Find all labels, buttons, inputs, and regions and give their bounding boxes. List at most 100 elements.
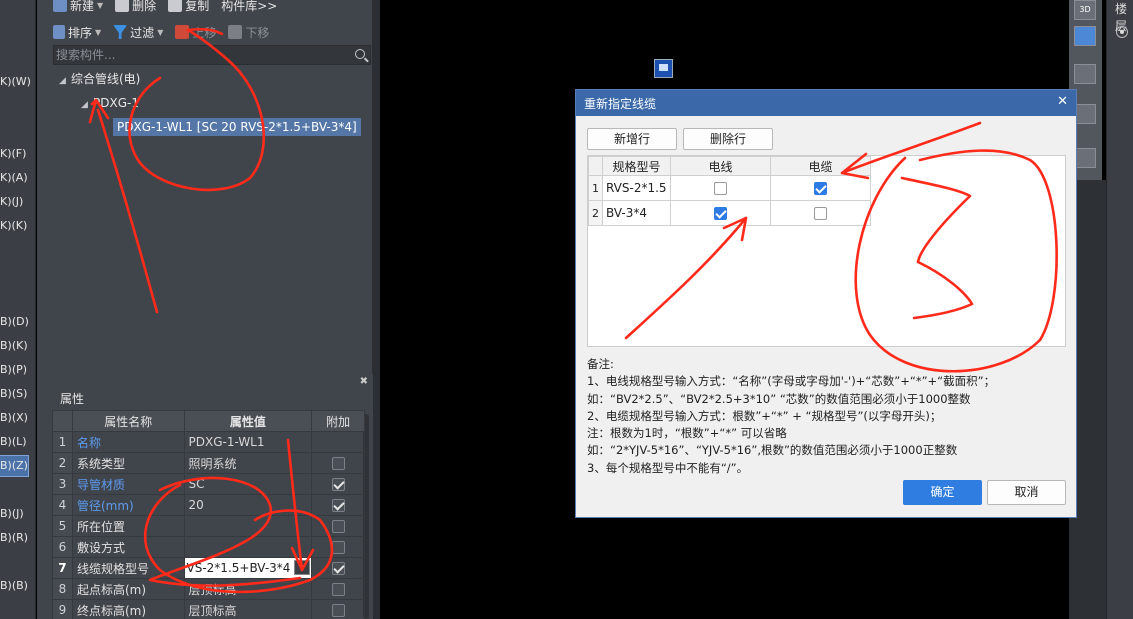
dialog-titlebar[interactable]: 重新指定线缆 ✕ [576, 90, 1076, 116]
property-value[interactable]: 层顶标高 [183, 599, 313, 619]
left-strip-item[interactable]: B)(S) [0, 384, 27, 404]
delete-button[interactable]: 删除 [115, 0, 156, 14]
copy-button[interactable]: 复制 [168, 0, 209, 14]
tree-node-leaf[interactable]: PDXG-1-WL1 [SC 20 RVS-2*1.5+BV-3*4] [113, 118, 361, 136]
property-name: 系统类型 [71, 452, 185, 474]
search-icon[interactable] [355, 49, 365, 59]
notes-block: 备注: 1、电线规格型号输入方式：“名称”(字母或字母加'-')+“芯数”+“*”… [587, 356, 1067, 477]
property-row[interactable]: 6 敷设方式 [52, 536, 365, 558]
spec-header: 规格型号 [602, 156, 671, 176]
property-row[interactable]: 9 终点标高(m) 层顶标高 [52, 599, 365, 619]
property-value[interactable]: PDXG-1-WL1 [183, 431, 313, 453]
add-checkbox[interactable] [331, 541, 345, 554]
tree-node-root[interactable]: ◢ 综合管线(电) [59, 70, 140, 88]
move-down-button[interactable]: 下移 [228, 24, 269, 41]
tree-node-child[interactable]: ◢ PDXG-1 [81, 94, 139, 112]
property-value[interactable]: 20 [183, 494, 313, 516]
left-strip-item[interactable]: B)(X) [0, 408, 28, 428]
add-checkbox[interactable] [331, 604, 345, 617]
add-row-button[interactable]: 新增行 [587, 128, 677, 150]
property-row[interactable]: 3 导管材质 SC [52, 473, 365, 495]
add-checkbox[interactable] [331, 499, 345, 512]
property-value-editor[interactable]: VS-2*1.5+BV-3*4 [187, 561, 291, 575]
left-strip-item[interactable]: B)(L) [0, 432, 27, 452]
property-row[interactable]: 7 线缆规格型号 VS-2*1.5+BV-3*4 ··· [52, 557, 365, 579]
new-button[interactable]: 新建 ▼ [53, 0, 103, 14]
floor-radio[interactable] [1116, 26, 1128, 38]
delete-row-button[interactable]: 删除行 [683, 128, 773, 150]
left-strip-item[interactable]: B)(D) [0, 312, 29, 332]
left-strip-item[interactable]: K)(K) [0, 216, 27, 236]
property-value[interactable] [183, 515, 313, 537]
property-value[interactable]: 照明系统 [183, 452, 313, 474]
close-icon[interactable]: ✖ [360, 376, 368, 387]
left-strip-item[interactable]: B)(K) [0, 336, 28, 356]
cable-checkbox[interactable] [814, 207, 827, 220]
property-index: 8 [52, 578, 73, 600]
left-strip-item[interactable]: B)(P) [0, 360, 27, 380]
delete-icon [115, 0, 130, 12]
left-strip-item[interactable]: B)(Z) [0, 455, 29, 477]
canvas-component-icon[interactable] [654, 59, 673, 78]
move-up-button[interactable]: 上移 [175, 24, 216, 41]
cable-spec-cell[interactable]: BV-3*4 [602, 200, 671, 226]
property-add-cell [311, 599, 365, 619]
property-row[interactable]: 8 起点标高(m) 层顶标高 [52, 578, 365, 600]
cable-row[interactable]: 2 BV-3*4 [588, 200, 871, 226]
left-strip-item[interactable]: K)(F) [0, 144, 26, 164]
add-checkbox[interactable] [331, 562, 345, 575]
left-strip-item[interactable]: K)(W) [0, 72, 31, 92]
component-search-input[interactable]: 搜索构件... [53, 45, 371, 65]
property-index: 3 [52, 473, 73, 495]
property-row[interactable]: 4 管径(mm) 20 [52, 494, 365, 516]
wire-checkbox[interactable] [714, 207, 727, 220]
add-checkbox[interactable] [331, 478, 345, 491]
cable-row[interactable]: 1 RVS-2*1.5 [588, 175, 871, 201]
property-row[interactable]: 1 名称 PDXG-1-WL1 [52, 431, 365, 453]
cancel-button[interactable]: 取消 [987, 480, 1066, 505]
wire-cell [670, 175, 771, 201]
close-icon[interactable]: ✕ [1057, 94, 1068, 109]
property-index: 2 [52, 452, 73, 474]
row-index-header [588, 156, 603, 176]
wire-checkbox[interactable] [714, 182, 727, 195]
cube-view-button[interactable] [1074, 26, 1096, 46]
note-line: 1、电线规格型号输入方式：“名称”(字母或字母加'-')+“芯数”+“*”+“截… [587, 374, 996, 389]
left-strip-item[interactable]: B)(R) [0, 528, 28, 548]
cable-spec-cell[interactable]: RVS-2*1.5 [602, 175, 671, 201]
collapse-arrow-icon[interactable]: ◢ [81, 96, 93, 114]
property-value[interactable]: 层顶标高 [183, 578, 313, 600]
ellipsis-button[interactable]: ··· [294, 560, 311, 575]
left-strip-item[interactable]: K)(A) [0, 168, 28, 188]
property-add-cell [311, 431, 365, 453]
property-row[interactable]: 2 系统类型 照明系统 [52, 452, 365, 474]
properties-title: 属性 [60, 392, 85, 406]
sort-button[interactable]: 排序 ▼ [53, 24, 101, 41]
component-toolbar-top: 新建 ▼ 删除 复制 构件库>> [53, 0, 289, 16]
add-checkbox[interactable] [331, 583, 345, 596]
library-button[interactable]: 构件库>> [221, 0, 277, 14]
panel-splitter[interactable] [373, 0, 380, 619]
add-checkbox[interactable] [331, 457, 345, 470]
property-row[interactable]: 5 所在位置 [52, 515, 365, 537]
cable-cell [770, 175, 871, 201]
grid-view-button[interactable] [1074, 148, 1096, 168]
add-checkbox[interactable] [331, 520, 345, 533]
left-strip-item[interactable]: B)(J) [0, 504, 24, 524]
chevron-down-icon: ▼ [97, 0, 104, 10]
3d-view-button[interactable]: 3D [1074, 0, 1096, 20]
left-strip-item[interactable]: B)(B) [0, 576, 28, 596]
property-name: 名称 [71, 431, 185, 453]
sort-icon [53, 25, 65, 39]
collapse-arrow-icon[interactable]: ◢ [59, 72, 71, 90]
box-view-button[interactable] [1074, 64, 1096, 84]
property-value[interactable]: SC [183, 473, 313, 495]
ok-button[interactable]: 确定 [903, 480, 982, 505]
filter-button[interactable]: 过滤 ▼ [113, 24, 163, 41]
note-line: 如：“2*YJV-5*16”、“YJV-5*16”,根数”的数值范围必须小于10… [587, 443, 958, 458]
property-value[interactable] [183, 536, 313, 558]
rotate-view-button[interactable] [1074, 104, 1096, 124]
left-strip-item[interactable]: K)(J) [0, 192, 23, 212]
cable-checkbox[interactable] [814, 182, 827, 195]
property-value[interactable]: VS-2*1.5+BV-3*4 ··· [183, 557, 313, 579]
